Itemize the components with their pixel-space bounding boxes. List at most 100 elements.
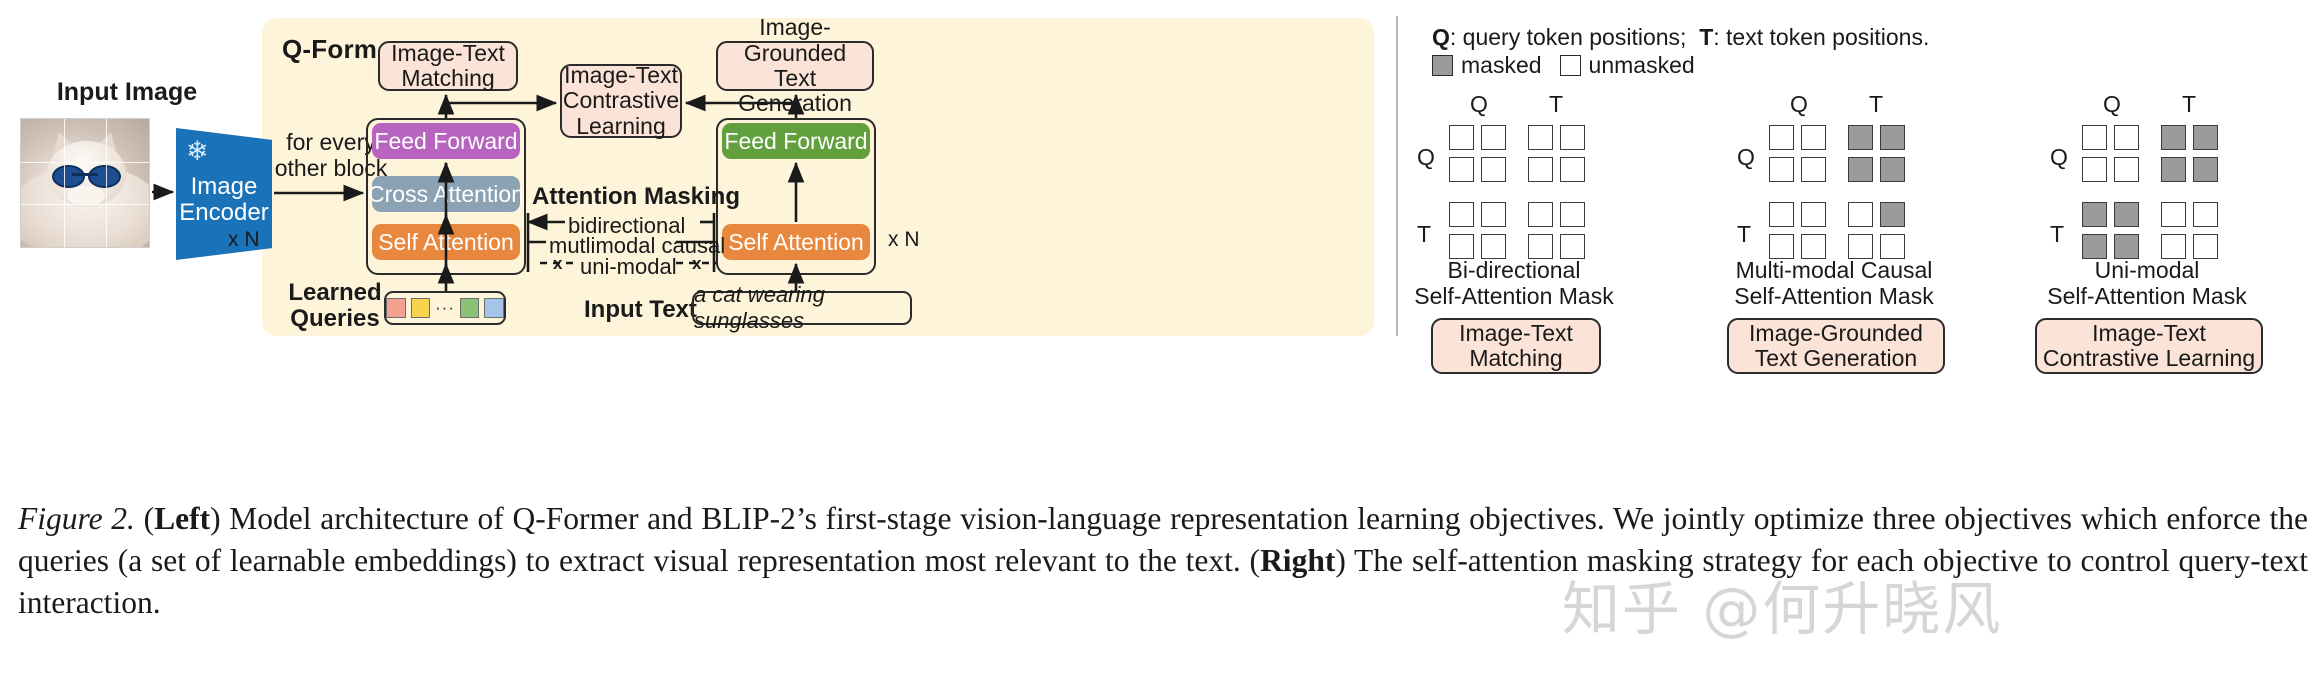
row-header-t-1: T xyxy=(1737,221,1752,247)
unmasked-cell xyxy=(1769,125,1794,150)
legend-t-desc: : text token positions. xyxy=(1713,24,1930,50)
unmasked-cell xyxy=(1769,234,1794,259)
mask-mode-unimodal: uni-modal xyxy=(580,254,677,279)
row-header-q-1: Q xyxy=(1737,144,1755,170)
row-header-q-2: Q xyxy=(2050,144,2068,170)
learned-queries-label: Learned Queries xyxy=(288,279,382,333)
mask-caption-line2: Self-Attention Mask xyxy=(1414,282,1614,309)
cross-attention: Cross Attention xyxy=(368,176,524,212)
masked-cell xyxy=(1880,157,1905,182)
mask-objective-line2: Text Generation xyxy=(1754,345,1918,371)
input-image-label: Input Image xyxy=(56,78,198,106)
row-header-t-2: T xyxy=(2050,221,2065,247)
row-header-q-0: Q xyxy=(1417,144,1435,170)
mask-objective-line2: Matching xyxy=(1469,345,1563,371)
unmasked-cell xyxy=(1801,157,1826,182)
attention-masking-title: Attention Masking xyxy=(532,183,740,210)
query-swatch-2 xyxy=(410,298,430,318)
queries-ellipsis: ··· xyxy=(435,298,455,317)
mask-objective-line1: Image-Text xyxy=(2092,319,2206,346)
image-encoder-label-line1: Image xyxy=(190,173,258,200)
objective-image-text-contrastive-learning: Image-Text Contrastive Learning xyxy=(560,62,682,139)
masked-cell xyxy=(2114,234,2139,259)
col-header-q-2: Q xyxy=(2103,91,2121,117)
unmasked-cell xyxy=(1560,125,1585,150)
col-header-t-0: T xyxy=(1549,91,1564,117)
unmasked-cell xyxy=(1449,202,1474,227)
mask-objective-line2: Contrastive Learning xyxy=(2042,345,2256,371)
unmasked-cell xyxy=(1481,125,1506,150)
unmasked-cell xyxy=(1481,157,1506,182)
self-attention-right: Self Attention xyxy=(722,224,870,260)
self-attention-left: Self Attention xyxy=(372,224,520,260)
snowflake-icon: ❄ xyxy=(186,136,209,166)
itm-label: Image-Text Matching xyxy=(391,39,505,91)
mask-caption-line1: Bi-directional xyxy=(1447,257,1581,283)
repeat-count-right: x N xyxy=(888,228,920,251)
input-text-label: Input Text xyxy=(584,296,697,323)
unmasked-cell xyxy=(1528,202,1553,227)
masked-label: masked xyxy=(1461,52,1542,78)
unmasked-cell xyxy=(1528,125,1553,150)
feed-forward-right: Feed Forward xyxy=(722,123,870,159)
unmasked-cell xyxy=(2114,125,2139,150)
legend-q-key: Q xyxy=(1432,24,1450,50)
col-header-q-1: Q xyxy=(1790,91,1808,117)
mask-caption-line2: Self-Attention Mask xyxy=(2047,282,2247,309)
query-swatch-1 xyxy=(386,298,406,318)
masked-swatch xyxy=(1432,55,1453,76)
unmasked-cell xyxy=(2082,125,2107,150)
unmasked-cell xyxy=(1528,234,1553,259)
mask-caption-0: Bi-directional Self-Attention Mask xyxy=(1385,257,1643,310)
unmasked-cell xyxy=(1801,202,1826,227)
masked-cell xyxy=(2193,125,2218,150)
mask-objective-line1: Image-Text xyxy=(1459,319,1573,346)
unmasked-cell xyxy=(2114,157,2139,182)
masked-cell xyxy=(2193,157,2218,182)
masked-cell xyxy=(2082,234,2107,259)
objective-image-text-matching: Image-Text Matching xyxy=(378,39,518,91)
col-header-t-1: T xyxy=(1869,91,1884,117)
mask-objective-tag-1: Image-Grounded Text Generation xyxy=(1727,318,1945,374)
caption-left-tag: Left xyxy=(154,501,211,536)
col-header-t-2: T xyxy=(2182,91,2197,117)
unmasked-cell xyxy=(2193,234,2218,259)
unmasked-cell xyxy=(1560,234,1585,259)
unmasked-cell xyxy=(2161,234,2186,259)
unmasked-label: unmasked xyxy=(1588,52,1695,78)
unmasked-cell xyxy=(1481,234,1506,259)
unmasked-cell xyxy=(2161,202,2186,227)
mask-caption-1: Multi-modal Causal Self-Attention Mask xyxy=(1705,257,1963,310)
input-text-value: a cat wearing sunglasses xyxy=(692,282,912,333)
unmasked-cell xyxy=(1801,125,1826,150)
input-image-thumbnail xyxy=(20,118,150,248)
query-swatch-3 xyxy=(459,298,480,318)
masked-cell xyxy=(2161,125,2186,150)
caption-right-tag: Right xyxy=(1260,542,1336,578)
query-swatch-4 xyxy=(484,298,504,318)
unmasked-cell xyxy=(1769,157,1794,182)
masked-cell xyxy=(1848,125,1873,150)
learned-queries-box: ··· xyxy=(384,291,506,325)
masked-cell xyxy=(2161,157,2186,182)
masked-cell xyxy=(2114,202,2139,227)
mask-objective-line1: Image-Grounded xyxy=(1749,319,1923,346)
itc-label: Image-Text Contrastive Learning xyxy=(562,62,680,139)
unmasked-cell xyxy=(2193,202,2218,227)
masked-cell xyxy=(1880,202,1905,227)
unmasked-cell xyxy=(1528,157,1553,182)
unmasked-cell xyxy=(1449,234,1474,259)
unmasked-cell xyxy=(1801,234,1826,259)
mask-caption-line1: Uni-modal xyxy=(2094,257,2200,283)
masked-cell xyxy=(1880,125,1905,150)
masked-cell xyxy=(1848,157,1873,182)
mask-objective-tag-0: Image-Text Matching xyxy=(1431,318,1601,374)
unmasked-cell xyxy=(1560,202,1585,227)
figure-root: Q-Former Input Image ❄ Image Encoder for… xyxy=(0,0,2322,696)
mask-caption-line1: Multi-modal Causal xyxy=(1735,257,1933,283)
unmasked-cell xyxy=(1769,202,1794,227)
unmasked-swatch xyxy=(1559,55,1581,76)
igtg-label: Image-Grounded Text Generation xyxy=(738,14,852,117)
legend-mask-colors: masked unmasked xyxy=(1432,52,1695,79)
legend-t-key: T xyxy=(1699,24,1714,50)
